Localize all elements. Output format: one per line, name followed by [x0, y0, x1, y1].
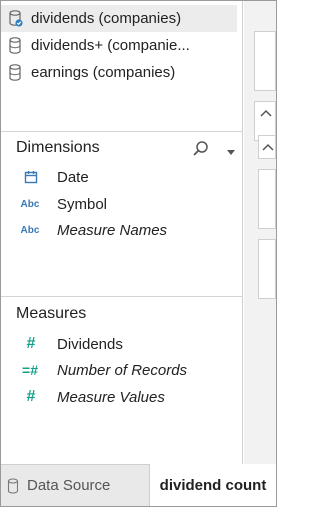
section-divider	[1, 131, 243, 132]
tab-data-source[interactable]: Data Source	[1, 465, 149, 506]
data-source-item[interactable]: dividends (companies)	[1, 5, 237, 32]
dimension-field-date[interactable]: Date	[1, 165, 243, 189]
tab-label: Data Source	[27, 477, 111, 494]
data-pane: dividends (companies) dividends+ (compan…	[1, 1, 243, 464]
field-label: Dividends	[57, 335, 123, 353]
tab-sheet[interactable]: dividend count	[149, 464, 276, 506]
database-icon	[9, 36, 23, 55]
data-source-label: earnings (companies)	[31, 64, 176, 81]
measure-field-dividends[interactable]: # Dividends	[1, 332, 243, 356]
measure-field-measure-values[interactable]: # Measure Values	[1, 385, 243, 409]
string-type-icon: Abc	[20, 198, 40, 210]
tab-bar: Data Source dividend count	[1, 464, 276, 506]
marks-dropdown[interactable]	[258, 135, 276, 159]
data-source-label: dividends+ (companie...	[31, 37, 190, 54]
dimensions-title: Dimensions	[16, 139, 100, 156]
marks-card[interactable]	[258, 169, 276, 229]
calendar-icon	[20, 170, 42, 184]
database-icon	[7, 477, 21, 495]
measures-title: Measures	[16, 305, 87, 322]
chevron-down-icon[interactable]	[225, 144, 237, 155]
field-label: Measure Values	[57, 388, 165, 406]
field-label: Number of Records	[57, 361, 188, 379]
field-label: Date	[57, 168, 89, 186]
section-divider	[1, 296, 243, 297]
data-source-label: dividends (companies)	[31, 10, 182, 27]
shelves-panel	[244, 1, 276, 464]
marks-card[interactable]	[258, 239, 276, 299]
data-source-item[interactable]: dividends+ (companie...	[1, 32, 243, 59]
dimension-field-symbol[interactable]: Abc Symbol	[1, 192, 243, 216]
dimension-field-measure-names[interactable]: Abc Measure Names	[1, 218, 243, 242]
data-source-item[interactable]: earnings (companies)	[1, 59, 243, 86]
calculated-number-icon: =#	[22, 362, 38, 378]
search-icon[interactable]	[192, 140, 210, 158]
measure-field-number-of-records[interactable]: =# Number of Records	[1, 358, 243, 382]
number-type-icon: #	[26, 388, 36, 405]
field-label: Symbol	[57, 195, 108, 213]
chevron-up-icon	[260, 109, 272, 117]
shelf-box	[254, 31, 276, 91]
data-source-list: dividends (companies) dividends+ (compan…	[1, 5, 243, 86]
number-type-icon: #	[26, 335, 36, 352]
string-type-icon: Abc	[20, 224, 40, 236]
field-label: Measure Names	[57, 221, 168, 239]
database-icon	[9, 63, 23, 82]
chevron-up-icon	[262, 143, 274, 151]
database-check-icon	[9, 9, 23, 28]
